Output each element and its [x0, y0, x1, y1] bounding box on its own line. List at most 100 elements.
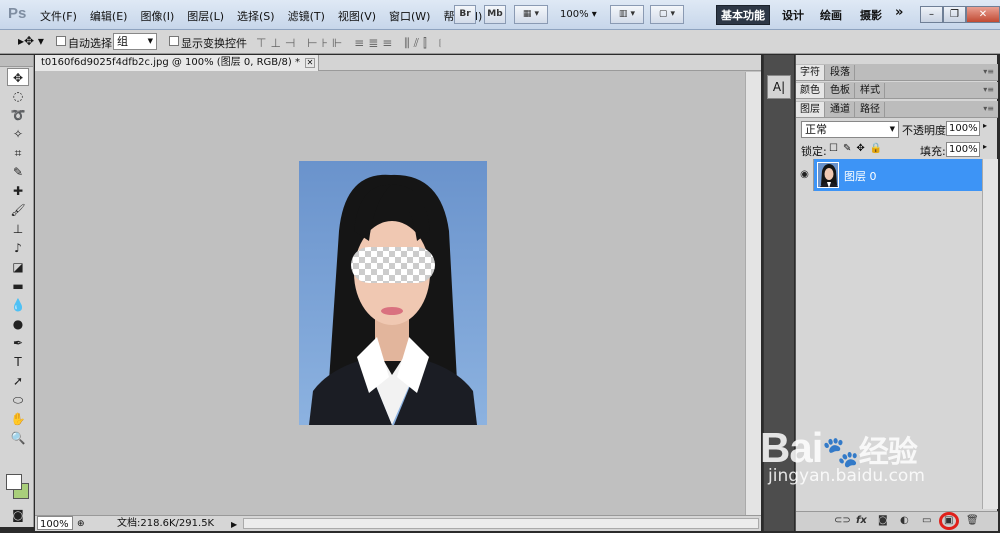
pen-tool-icon[interactable]: ✒ [7, 334, 29, 352]
status-info-icon[interactable]: ⊕ [77, 517, 85, 532]
workspace-design[interactable]: 设计 [782, 7, 804, 23]
app-logo: Ps [8, 5, 27, 22]
menu-select[interactable]: 选择(S) [237, 8, 275, 24]
zoom-tool-icon[interactable]: 🔍 [7, 429, 29, 447]
fill-input[interactable]: 100% [946, 142, 980, 157]
menu-view[interactable]: 视图(V) [338, 8, 376, 24]
align-distribute-icons[interactable]: ⊤⊥⊣ ⊢⊦⊩ ≡≣≡ ⫼⫽⫿ ⧙ [256, 36, 445, 51]
bridge-button[interactable]: Br [454, 5, 476, 24]
history-brush-tool-icon[interactable]: ♪ [7, 239, 29, 257]
tab-layers[interactable]: 图层 [796, 102, 825, 117]
type-tool-icon[interactable]: T [7, 353, 29, 371]
baidu-brand: Bai [760, 424, 823, 471]
blend-mode-dropdown[interactable]: 正常 [801, 121, 899, 138]
menu-edit[interactable]: 编辑(E) [90, 8, 128, 24]
menu-layer[interactable]: 图层(L) [187, 8, 224, 24]
lock-label: 锁定: [801, 145, 827, 158]
more-workspaces-button[interactable]: » [895, 5, 903, 20]
brush-tool-icon[interactable]: 🖌 [7, 201, 29, 219]
tab-color[interactable]: 颜色 [796, 83, 825, 98]
close-tab-icon[interactable]: ✕ [304, 58, 315, 68]
lasso-tool-icon[interactable]: ➰ [7, 106, 29, 124]
quick-mask-icon[interactable]: ◙ [7, 506, 29, 524]
hand-tool-icon[interactable]: ✋ [7, 410, 29, 428]
horizontal-scrollbar[interactable] [243, 518, 759, 529]
document-size-info: 文档:218.6K/291.5K [117, 518, 215, 529]
layer-mask-icon[interactable]: ◙ [878, 515, 888, 526]
quick-select-tool-icon[interactable]: ✧ [7, 125, 29, 143]
tab-paragraph[interactable]: 段落 [826, 65, 855, 80]
panel-menu-icon[interactable]: ▾≡ [983, 85, 994, 94]
zoom-level-dropdown[interactable]: 100% ▾ [560, 9, 597, 20]
arrange-documents-dropdown[interactable]: ▥ ▾ [610, 5, 644, 24]
document-tab[interactable]: t0160f6d9025f4dfb2c.jpg @ 100% (图层 0, RG… [35, 55, 319, 71]
menu-window[interactable]: 窗口(W) [389, 8, 430, 24]
baidu-jingyan-label: 经验 [858, 436, 918, 469]
marquee-tool-icon[interactable]: ◌ [7, 87, 29, 105]
link-layers-icon[interactable]: ⊂⊃ [834, 515, 851, 526]
auto-select-checkbox[interactable] [56, 36, 66, 46]
layers-scrollbar[interactable] [982, 159, 998, 509]
baidu-logo: Bai🐾经验 [760, 424, 925, 472]
new-group-icon[interactable]: ▭ [922, 515, 931, 526]
adjustment-layer-icon[interactable]: ◐ [900, 515, 909, 526]
status-zoom-input[interactable]: 100% [37, 516, 73, 530]
menu-image[interactable]: 图像(I) [140, 8, 174, 24]
vertical-scrollbar[interactable] [745, 72, 761, 515]
eraser-tool-icon[interactable]: ◪ [7, 258, 29, 276]
restore-icon[interactable]: ❐ [943, 6, 966, 23]
view-extras-dropdown[interactable]: ▦ ▾ [514, 5, 548, 24]
lock-options-icons[interactable]: ☐✎✥🔒 [829, 143, 887, 154]
crop-tool-icon[interactable]: ⌗ [7, 144, 29, 162]
tab-swatches[interactable]: 色板 [826, 83, 855, 98]
status-menu-arrow-icon[interactable]: ▶ [231, 517, 237, 532]
menu-file[interactable]: 文件(F) [40, 8, 77, 24]
shape-tool-icon[interactable]: ⬭ [7, 391, 29, 409]
opacity-input[interactable]: 100% [946, 121, 980, 136]
zoom-level-value: 100% [560, 9, 589, 20]
paw-icon: 🐾 [822, 436, 859, 469]
move-tool-preset-icon[interactable]: ▸✥ ▾ [18, 34, 44, 48]
canvas-image[interactable] [299, 161, 487, 425]
fill-arrow-icon[interactable]: ▸ [983, 142, 987, 151]
healing-brush-tool-icon[interactable]: ✚ [7, 182, 29, 200]
tab-styles[interactable]: 样式 [856, 83, 885, 98]
show-transform-checkbox[interactable] [169, 36, 179, 46]
clone-stamp-tool-icon[interactable]: ⊥ [7, 220, 29, 238]
workspace-photography[interactable]: 摄影 [860, 7, 882, 23]
move-tool-icon[interactable]: ✥ [7, 68, 29, 86]
visibility-eye-icon[interactable]: ◉ [796, 159, 814, 191]
screen-mode-dropdown[interactable]: ▢ ▾ [650, 5, 684, 24]
gradient-tool-icon[interactable]: ▬ [7, 277, 29, 295]
toolbox-grip[interactable] [0, 55, 33, 67]
window-controls: – ❐ ✕ [920, 6, 1000, 23]
dodge-tool-icon[interactable]: ● [7, 315, 29, 333]
mini-bridge-button[interactable]: Mb [484, 5, 506, 24]
layer-row[interactable]: ◉ 图层 0 [796, 159, 982, 191]
baidu-watermark: Bai🐾经验 jingyan.baidu.com [760, 424, 925, 486]
panel-menu-icon[interactable]: ▾≡ [983, 104, 994, 113]
panel-menu-icon[interactable]: ▾≡ [983, 67, 994, 76]
panel-group-layers: 图层 通道 路径 ▾≡ [796, 101, 998, 118]
tab-paths[interactable]: 路径 [856, 102, 885, 117]
foreground-color-swatch[interactable] [6, 474, 22, 490]
show-transform-label: 显示变换控件 [181, 37, 247, 50]
workspace-painting[interactable]: 绘画 [820, 7, 842, 23]
minimize-icon[interactable]: – [920, 6, 943, 23]
document-window: t0160f6d9025f4dfb2c.jpg @ 100% (图层 0, RG… [35, 55, 761, 531]
path-select-tool-icon[interactable]: ➚ [7, 372, 29, 390]
watermark-url: jingyan.baidu.com [768, 466, 925, 486]
workspace-essentials[interactable]: 基本功能 [716, 5, 770, 25]
close-icon[interactable]: ✕ [966, 6, 1000, 23]
tab-channels[interactable]: 通道 [826, 102, 855, 117]
layers-panel-footer: ⊂⊃ fx ◙ ◐ ▭ ▣ 🗑 [796, 511, 998, 531]
layer-style-icon[interactable]: fx [856, 515, 867, 526]
tab-character[interactable]: 字符 [796, 65, 825, 80]
opacity-arrow-icon[interactable]: ▸ [983, 121, 987, 130]
eyedropper-tool-icon[interactable]: ✎ [7, 163, 29, 181]
menu-filter[interactable]: 滤镜(T) [288, 8, 325, 24]
delete-layer-icon[interactable]: 🗑 [966, 515, 979, 526]
character-panel-icon[interactable]: A| [767, 75, 791, 99]
blur-tool-icon[interactable]: 💧 [7, 296, 29, 314]
auto-select-dropdown[interactable]: 组 [113, 33, 157, 50]
